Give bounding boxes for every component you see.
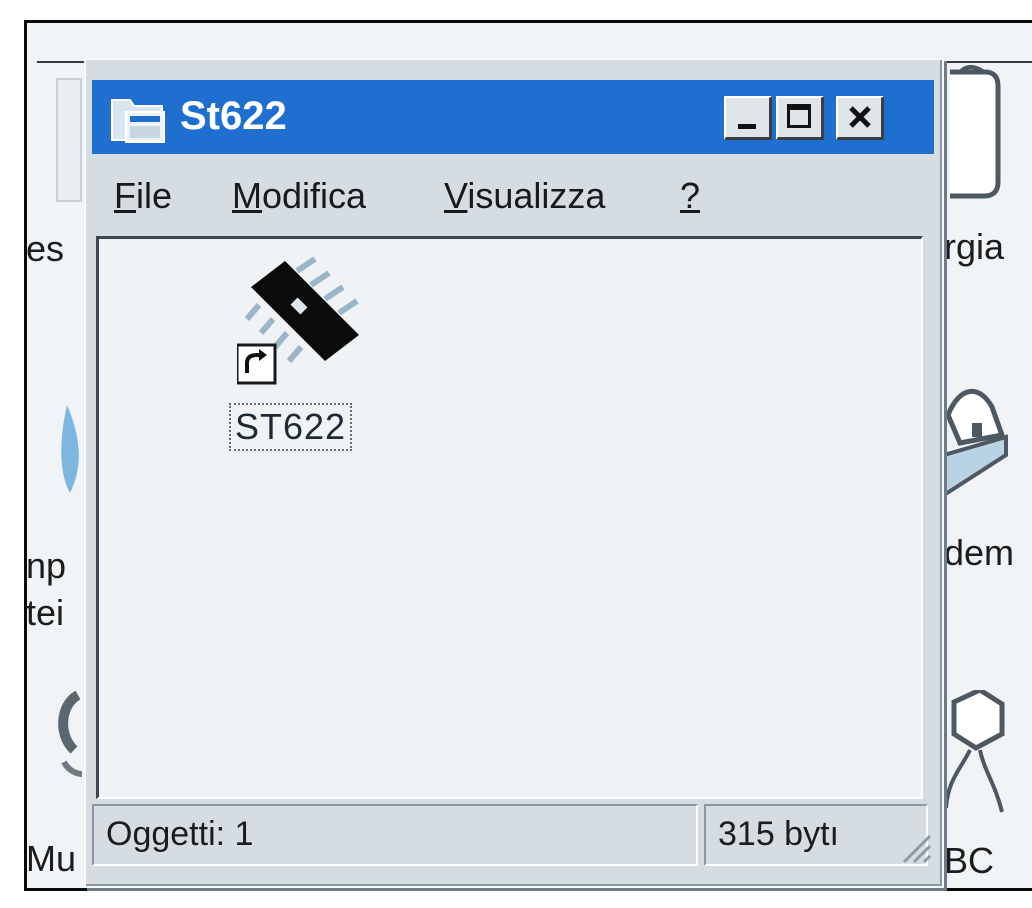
- folder-window-icon: [111, 99, 165, 143]
- folder-content-area[interactable]: ST622: [96, 236, 923, 799]
- close-icon: [849, 106, 871, 128]
- desktop-network-icon: [944, 690, 1005, 813]
- status-bar: Oggetti: 1 315 bytı: [92, 804, 938, 870]
- desktop-label-mu: Mu: [26, 838, 77, 879]
- minimize-icon: [738, 124, 756, 129]
- desktop-label-rgia: rgia: [944, 226, 1005, 267]
- maximize-button[interactable]: [776, 96, 824, 140]
- desktop-label-es: es: [26, 228, 65, 269]
- status-object-count: Oggetti: 1: [92, 804, 698, 866]
- maximize-icon: [787, 104, 811, 128]
- file-item-label: ST622: [229, 403, 353, 451]
- desktop-label-dem: dem: [944, 532, 1015, 573]
- title-bar[interactable]: St622: [92, 80, 934, 154]
- resize-grip-icon[interactable]: [894, 826, 934, 866]
- menu-modifica[interactable]: Modifica: [232, 174, 366, 218]
- desktop-label-tei: tei: [26, 592, 65, 633]
- file-item-st622[interactable]: ST622: [229, 253, 389, 453]
- desktop-battery-icon: [950, 65, 1001, 199]
- desktop-drop-icon: [61, 405, 79, 493]
- menu-file[interactable]: File: [114, 174, 172, 218]
- minimize-button[interactable]: [724, 96, 772, 140]
- menu-bar: File Modifica Visualizza ?: [96, 168, 926, 228]
- chip-shortcut-icon: [237, 256, 359, 385]
- explorer-window[interactable]: St622 File Modifica Visualizza ? ST622 O…: [84, 58, 944, 888]
- close-button[interactable]: [836, 96, 884, 140]
- desktop-globe-icon: [58, 690, 83, 777]
- desktop-scrollbar-icon: [56, 78, 82, 202]
- desktop-label-bc: BC: [944, 840, 995, 881]
- desktop-modem-icon: [942, 388, 1008, 499]
- desktop-label-np: np: [26, 545, 67, 586]
- menu-help[interactable]: ?: [680, 174, 700, 218]
- menu-visualizza[interactable]: Visualizza: [444, 174, 605, 218]
- window-title: St622: [180, 94, 287, 138]
